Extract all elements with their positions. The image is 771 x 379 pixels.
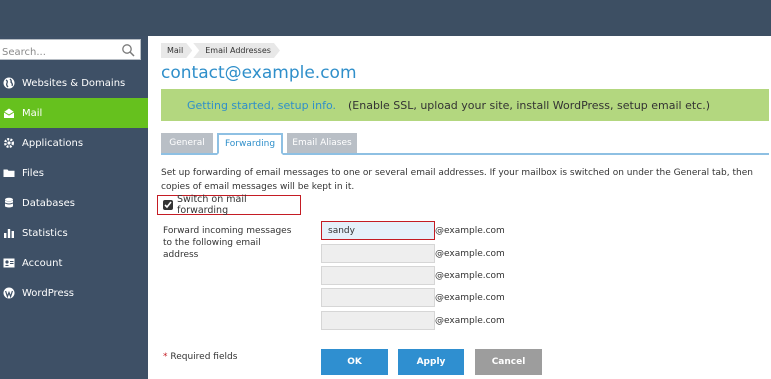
account-icon [2, 257, 15, 270]
forward-address-input[interactable] [321, 311, 435, 330]
sidebar-item-websites-domains[interactable]: Websites & Domains [0, 68, 148, 98]
sidebar-item-account[interactable]: Account [0, 248, 148, 278]
getting-started-banner: Getting started, setup info. (Enable SSL… [161, 89, 769, 121]
mail-icon [2, 107, 15, 120]
required-fields-text: Required fields [170, 352, 238, 362]
search-box [0, 39, 141, 62]
breadcrumb-item-email-addresses[interactable]: Email Addresses [193, 43, 280, 58]
tab-general[interactable]: General [161, 133, 213, 153]
tab-bar: General Forwarding Email Aliases [161, 133, 769, 155]
sidebar-item-label: Mail [22, 107, 43, 119]
forward-address-row: @example.com [321, 311, 505, 330]
forwarding-checkbox-label: Switch on mail forwarding [177, 194, 247, 216]
domain-suffix: @example.com [435, 248, 505, 259]
wordpress-icon [2, 287, 15, 300]
sidebar-item-databases[interactable]: Databases [0, 188, 148, 218]
forward-address-input[interactable] [321, 244, 435, 263]
forward-address-row: @example.com [321, 288, 505, 307]
sidebar-item-label: Applications [22, 137, 84, 149]
domain-suffix: @example.com [435, 225, 505, 236]
sidebar-item-label: Databases [22, 197, 75, 209]
sidebar-item-label: Websites & Domains [22, 77, 126, 89]
tab-forwarding[interactable]: Forwarding [217, 133, 283, 155]
folder-icon [2, 167, 15, 180]
bar-chart-icon [2, 227, 15, 240]
search-icon[interactable] [121, 42, 135, 57]
domain-suffix: @example.com [435, 270, 505, 281]
sidebar-item-label: WordPress [22, 287, 75, 299]
globe-icon [2, 77, 15, 90]
tab-email-aliases[interactable]: Email Aliases [287, 133, 357, 153]
sidebar-item-label: Statistics [22, 227, 68, 239]
forwarding-checkbox[interactable] [163, 200, 173, 210]
page-title: contact@example.com [161, 63, 357, 83]
forward-address-row: @example.com [321, 221, 505, 240]
getting-started-link[interactable]: Getting started, setup info. [187, 99, 336, 112]
ok-button[interactable]: OK [321, 349, 388, 375]
top-header-bar [0, 0, 771, 36]
sidebar-item-applications[interactable]: Applications [0, 128, 148, 158]
main-content: Mail Email Addresses contact@example.com… [148, 36, 771, 379]
forwarding-description: Set up forwarding of email messages to o… [161, 168, 753, 192]
forward-address-input[interactable] [321, 288, 435, 307]
forwarding-toggle[interactable]: Switch on mail forwarding [157, 194, 301, 216]
required-fields-note: * Required fields [163, 352, 237, 362]
sidebar-item-files[interactable]: Files [0, 158, 148, 188]
search-input[interactable] [0, 43, 118, 62]
database-icon [2, 197, 15, 210]
cancel-button[interactable]: Cancel [475, 349, 542, 375]
gear-icon [2, 137, 15, 150]
sidebar: Websites & Domains Mail Applications Fil… [0, 36, 148, 379]
sidebar-item-label: Files [22, 167, 44, 179]
forward-address-label: Forward incoming messages to the followi… [163, 226, 292, 260]
banner-text: (Enable SSL, upload your site, install W… [347, 98, 711, 112]
sidebar-item-label: Account [22, 257, 63, 269]
forward-address-input[interactable] [321, 266, 435, 285]
sidebar-item-mail[interactable]: Mail [0, 98, 148, 128]
apply-button[interactable]: Apply [398, 349, 464, 375]
forward-address-row: @example.com [321, 266, 505, 285]
forward-address-row: @example.com [321, 244, 505, 263]
breadcrumb: Mail Email Addresses [161, 43, 280, 58]
sidebar-item-wordpress[interactable]: WordPress [0, 278, 148, 308]
breadcrumb-item-mail[interactable]: Mail [161, 43, 192, 58]
required-star: * [163, 352, 168, 362]
domain-suffix: @example.com [435, 315, 505, 326]
forward-address-input[interactable] [321, 221, 435, 240]
domain-suffix: @example.com [435, 292, 505, 303]
sidebar-nav: Websites & Domains Mail Applications Fil… [0, 68, 148, 308]
sidebar-item-statistics[interactable]: Statistics [0, 218, 148, 248]
